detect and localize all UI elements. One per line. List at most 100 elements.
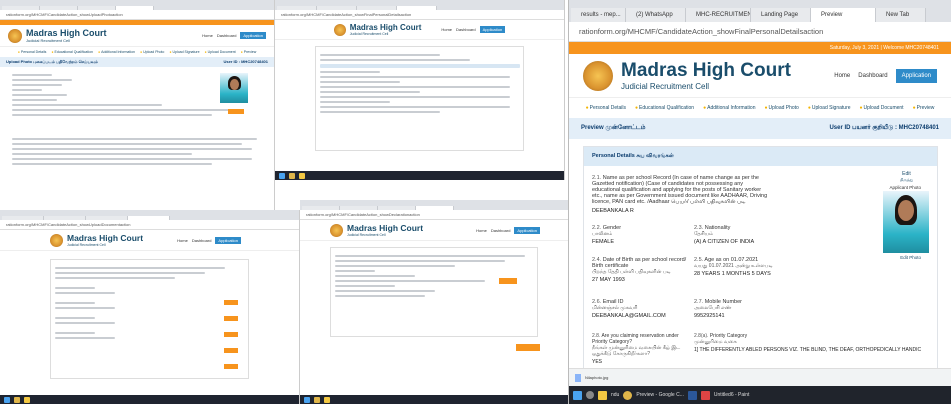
browser-tab[interactable]: results - mep... — [571, 8, 626, 22]
browser-tab[interactable] — [317, 6, 357, 10]
browser-tab[interactable] — [44, 216, 86, 220]
documents-card — [50, 259, 249, 379]
top-notice-bar: Saturday, July 3, 2021 | Welcome MHC2074… — [569, 42, 951, 54]
nav-application[interactable]: Application — [895, 68, 937, 83]
nav-dashboard[interactable]: Dashboard — [192, 238, 212, 243]
nav-dashboard[interactable]: Dashboard — [456, 27, 476, 32]
nav-application[interactable]: Application — [514, 226, 540, 234]
step[interactable]: Upload Photo — [140, 50, 164, 54]
browser-tab[interactable] — [2, 6, 40, 10]
nav-home[interactable]: Home — [476, 228, 487, 233]
step-personal-details[interactable]: Personal Details — [586, 105, 626, 111]
taskbar — [0, 395, 299, 404]
taskbar-item[interactable]: ndu — [611, 392, 619, 398]
field-dob: 2.4. Date of Birth as per school record/… — [592, 257, 687, 283]
browser-tab-active[interactable]: Preview — [811, 8, 876, 22]
explorer-icon[interactable] — [598, 390, 607, 400]
nav-home[interactable]: Home — [177, 238, 188, 243]
edit-link[interactable]: Edit திருத்து — [900, 171, 913, 183]
step-upload-photo[interactable]: Upload Photo — [765, 105, 799, 111]
browser-tab[interactable]: MHC-RECRUITMENT — [686, 8, 751, 22]
address-bar[interactable]: rationform.org/MHCMF/CandidateAction_sho… — [275, 10, 564, 20]
explorer-icon[interactable] — [299, 172, 305, 179]
details-card — [315, 46, 524, 151]
chrome-icon[interactable] — [623, 390, 633, 400]
address-bar[interactable]: rationform.org/MHCMF/CandidateAction_sho… — [569, 22, 951, 42]
edit-photo-link[interactable]: Edit Photo — [900, 255, 921, 260]
photo-face — [898, 200, 914, 221]
nav-home[interactable]: Home — [202, 33, 213, 38]
nav-application[interactable]: Application — [240, 32, 266, 39]
step[interactable]: Personal Details — [18, 50, 46, 54]
nav-dashboard[interactable]: Dashboard — [858, 73, 887, 79]
search-icon[interactable] — [586, 391, 594, 399]
step-upload-signature[interactable]: Upload Signature — [808, 105, 851, 111]
start-icon[interactable] — [279, 172, 285, 179]
address-bar[interactable]: rationform.org/MHCMF/CandidateAction_sho… — [300, 210, 568, 220]
upload-button[interactable] — [224, 364, 238, 369]
browser-tab-active[interactable] — [116, 6, 154, 10]
final-submit-button[interactable] — [516, 344, 540, 351]
taskbar-item[interactable]: Preview - Google C... — [636, 392, 684, 398]
field-label: Name as per school Record (In case of na… — [592, 175, 768, 205]
browser-tab-active[interactable] — [416, 206, 454, 210]
upload-button[interactable] — [224, 300, 238, 305]
submit-button[interactable] — [499, 278, 517, 284]
address-bar[interactable]: rationform.org/MHCMF/CandidateAction_sho… — [0, 220, 299, 230]
step-upload-document[interactable]: Upload Document — [860, 105, 904, 111]
browser-tab-active[interactable] — [128, 216, 170, 220]
browser-tab[interactable] — [78, 6, 116, 10]
upload-button[interactable] — [224, 316, 238, 321]
applicant-photo — [220, 73, 248, 103]
field-gender: 2.2. Gender பாலினம் FEMALE — [592, 225, 687, 245]
explorer-icon[interactable] — [24, 396, 30, 403]
start-icon[interactable] — [304, 396, 310, 403]
brand-subtitle: Judicial Recruitment Cell — [621, 82, 710, 91]
nav-application[interactable]: Application — [215, 236, 241, 244]
chrome-icon[interactable] — [289, 172, 295, 179]
browser-tab[interactable] — [2, 216, 44, 220]
upload-button[interactable] — [224, 348, 238, 353]
windows-start-icon[interactable] — [573, 390, 582, 400]
browser-tab[interactable] — [340, 206, 378, 210]
nav-dashboard[interactable]: Dashboard — [217, 33, 237, 38]
taskbar-item[interactable]: Untitled6 - Paint — [714, 392, 750, 398]
browser-tab[interactable] — [40, 6, 78, 10]
step[interactable]: Upload Signature — [169, 50, 199, 54]
word-icon[interactable] — [687, 390, 697, 400]
browser-tab[interactable] — [302, 206, 340, 210]
browser-tab[interactable]: Landing Page — [751, 8, 811, 22]
nav-dashboard[interactable]: Dashboard — [491, 228, 511, 233]
browser-tab[interactable]: (2) WhatsApp — [626, 8, 686, 22]
nav-application[interactable]: Application — [479, 26, 506, 33]
chrome-icon[interactable] — [314, 396, 320, 403]
address-bar[interactable]: rationform.org/MHCMF/CandidateAction_sho… — [0, 10, 274, 20]
step[interactable]: Upload Document — [205, 50, 236, 54]
nav-home[interactable]: Home — [441, 27, 452, 32]
chrome-icon[interactable] — [14, 396, 20, 403]
step-preview[interactable]: Preview — [913, 105, 935, 111]
edit-label-ta[interactable]: திருத்து — [900, 177, 913, 183]
brand-title: Madras High Court — [347, 223, 424, 233]
step[interactable]: Preview — [241, 50, 256, 54]
step[interactable]: Additional Information — [98, 50, 135, 54]
top-nav: Home Dashboard Application — [834, 68, 937, 83]
upload-button[interactable] — [224, 332, 238, 337]
browser-tab[interactable] — [277, 6, 317, 10]
browser-tab[interactable] — [86, 216, 128, 220]
browser-tab-active[interactable] — [397, 6, 437, 10]
step[interactable]: Educational Qualification — [51, 50, 93, 54]
upload-photo-button[interactable] — [228, 109, 244, 114]
brand-title: Madras High Court — [67, 233, 144, 243]
step-additional-information[interactable]: Additional Information — [703, 105, 755, 111]
browser-tabbar — [300, 200, 568, 210]
paint-icon[interactable] — [700, 390, 710, 400]
start-icon[interactable] — [4, 396, 10, 403]
explorer-icon[interactable] — [324, 396, 330, 403]
browser-tab[interactable]: New Tab — [876, 8, 926, 22]
browser-tab[interactable] — [357, 6, 397, 10]
step-educational-qualification[interactable]: Educational Qualification — [635, 105, 694, 111]
browser-tab[interactable] — [378, 206, 416, 210]
download-filename[interactable]: Nilaphoto.jpg — [585, 375, 608, 380]
nav-home[interactable]: Home — [834, 73, 850, 79]
